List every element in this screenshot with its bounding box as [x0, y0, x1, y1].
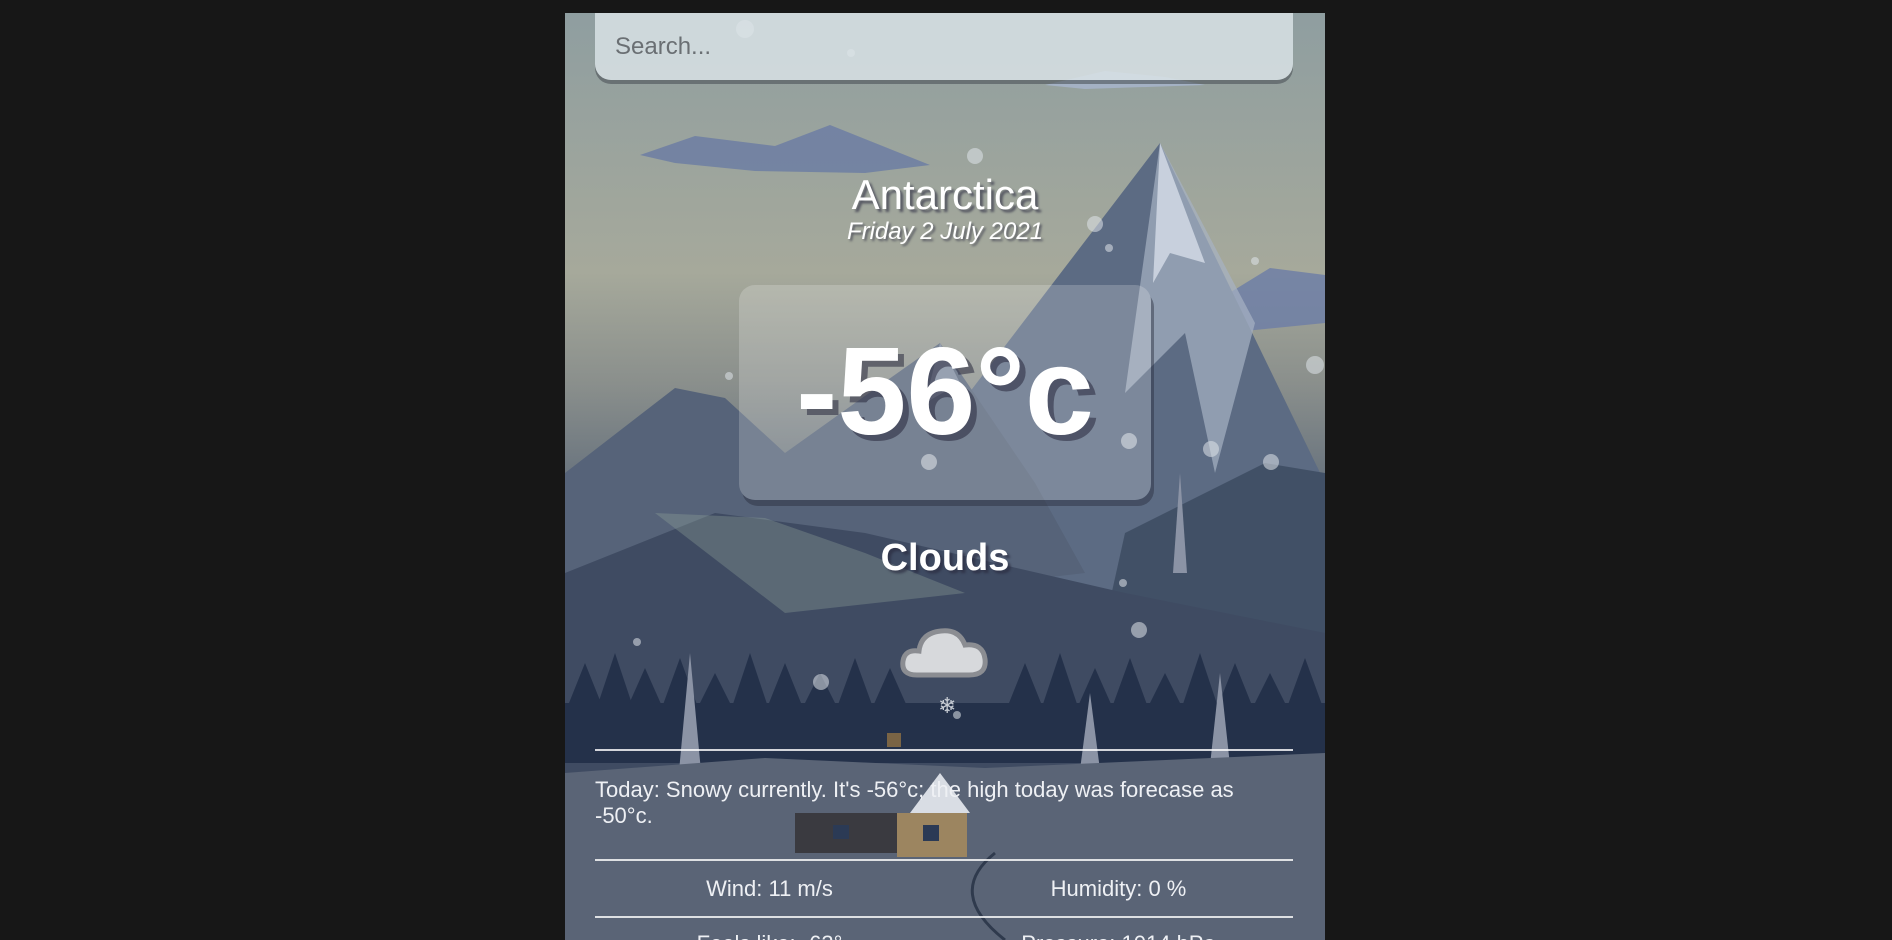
wind-stat: Wind: 11 m/s [706, 876, 833, 901]
search-input[interactable] [595, 13, 1293, 80]
current-temperature: -56°c [796, 323, 1094, 461]
cloud-snow-icon: ❄ [900, 628, 988, 719]
humidity-stat: Humidity: 0 % [1050, 876, 1187, 901]
temperature-card: -56°c [739, 285, 1151, 500]
current-date: Friday 2 July 2021 [846, 218, 1044, 245]
svg-text:❄: ❄ [938, 694, 956, 719]
search-bar [595, 13, 1293, 80]
divider [595, 916, 1293, 918]
weather-condition: Clouds [880, 537, 1010, 579]
feels-like-stat: Feels like: -63° [595, 931, 944, 940]
location-name: Antarctica [851, 171, 1039, 218]
weather-app: Antarctica Friday 2 July 2021 -56°c Clou… [565, 13, 1325, 940]
pressure-stat: Pressure: 1014 hPa [944, 931, 1293, 940]
forecast-summary: Today: Snowy currently. It's -56°c; the … [595, 777, 1234, 828]
divider [595, 749, 1293, 751]
divider [595, 859, 1293, 861]
